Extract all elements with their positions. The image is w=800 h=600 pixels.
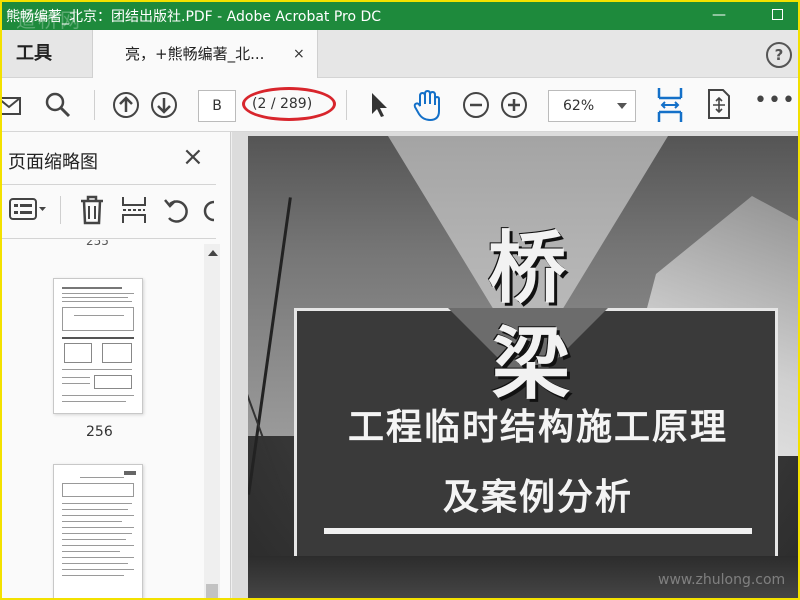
- thumbnail-label: 255: [86, 240, 109, 248]
- fit-page-icon[interactable]: [656, 86, 684, 124]
- maximize-icon: [771, 9, 783, 20]
- email-icon[interactable]: [2, 90, 26, 120]
- panel-separator: [60, 196, 61, 224]
- zoom-out-icon[interactable]: [462, 90, 490, 120]
- toolbar-separator: [94, 90, 95, 120]
- document-view[interactable]: 桥 梁 工程临时结构施工原理 及案例分析 www.zhulong.com: [232, 132, 798, 598]
- page-down-icon[interactable]: [150, 90, 178, 120]
- main-toolbar: B (2 / 289) 62% •••: [2, 78, 798, 132]
- panel-close-icon[interactable]: ×: [182, 142, 204, 172]
- page-thumbnail[interactable]: [53, 278, 143, 414]
- cover-subtitle: 工程临时结构施工原理: [347, 407, 728, 448]
- panel-title: 页面缩略图: [8, 152, 98, 173]
- thumbnail-list: 255 256: [2, 240, 222, 598]
- maximize-button[interactable]: [760, 2, 794, 30]
- panel-divider: [2, 184, 216, 185]
- trash-icon[interactable]: [78, 194, 106, 226]
- page-up-icon[interactable]: [112, 90, 140, 120]
- page-thumbnails-panel: 页面缩略图 × 255 256: [2, 132, 231, 598]
- cover-divider-bar: [324, 528, 752, 534]
- chevron-down-icon: [617, 103, 627, 109]
- scroll-up-icon[interactable]: [208, 250, 218, 256]
- search-icon[interactable]: [44, 90, 72, 120]
- rotate-counterclockwise-icon[interactable]: [162, 194, 190, 226]
- tab-close-icon[interactable]: ×: [293, 30, 305, 78]
- cover-subtitle: 及案例分析: [442, 477, 633, 518]
- rotate-clockwise-icon[interactable]: [202, 194, 216, 226]
- zoom-select[interactable]: 62%: [548, 90, 636, 122]
- thumbnail-options-icon[interactable]: [8, 194, 48, 224]
- select-cursor-icon[interactable]: [368, 90, 390, 120]
- tab-tools[interactable]: 工具: [2, 30, 92, 78]
- pdf-page: 桥 梁 工程临时结构施工原理 及案例分析 www.zhulong.com: [248, 136, 798, 598]
- highlight-oval: [242, 87, 336, 121]
- tab-document-label: 亮，+熊畅编著_北...: [125, 45, 265, 63]
- zoom-in-icon[interactable]: [500, 90, 528, 120]
- window-title: 熊畅编著_北京：团结出版社.PDF - Adobe Acrobat Pro DC: [6, 9, 382, 25]
- panel-divider: [2, 238, 216, 239]
- page-thumbnail[interactable]: [53, 464, 143, 598]
- tab-document[interactable]: 亮，+熊畅编著_北... ×: [92, 30, 318, 78]
- minimize-button[interactable]: —: [702, 2, 736, 30]
- more-tools-button[interactable]: •••: [754, 88, 796, 113]
- thumbnail-label: 256: [86, 424, 113, 440]
- help-icon[interactable]: ?: [766, 42, 792, 68]
- thumbnail-scrollbar[interactable]: [204, 244, 220, 598]
- zoom-value: 62%: [563, 98, 595, 114]
- toolbar-separator: [346, 90, 347, 120]
- extract-page-icon[interactable]: [120, 194, 148, 226]
- hand-tool-icon[interactable]: [412, 90, 442, 122]
- title-bar: 道桥网 熊畅编著_北京：团结出版社.PDF - Adobe Acrobat Pr…: [2, 2, 798, 32]
- scrollbar-thumb[interactable]: [206, 584, 218, 598]
- tab-bar: 工具 亮，+熊畅编著_北... × ?: [2, 30, 798, 78]
- page-number-input[interactable]: B: [198, 90, 236, 122]
- scroll-mode-icon[interactable]: [706, 88, 732, 120]
- page-watermark: www.zhulong.com: [658, 572, 786, 588]
